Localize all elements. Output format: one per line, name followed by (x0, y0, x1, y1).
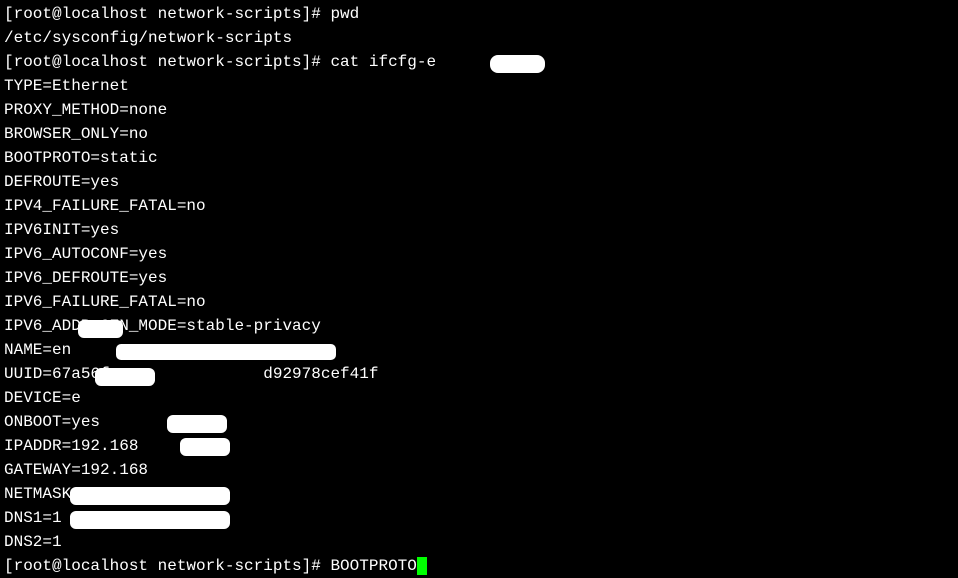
terminal-line-prompt: [root@localhost network-scripts]# pwd (4, 2, 954, 26)
terminal-output: GATEWAY=192.168 (4, 458, 954, 482)
terminal-output: IPV6INIT=yes (4, 218, 954, 242)
command-text: pwd (330, 5, 359, 23)
terminal-output: /etc/sysconfig/network-scripts (4, 26, 954, 50)
redaction-mark (167, 415, 227, 433)
terminal-output: PROXY_METHOD=none (4, 98, 954, 122)
redaction-mark (490, 55, 545, 73)
redaction-mark (70, 511, 230, 529)
command-text: BOOTPROTO (330, 557, 416, 575)
terminal-output: BROWSER_ONLY=no (4, 122, 954, 146)
terminal-output: IPV6_FAILURE_FATAL=no (4, 290, 954, 314)
terminal-output: IPV4_FAILURE_FATAL=no (4, 194, 954, 218)
terminal-output: IPV6_ADDR_GEN_MODE=stable-privacy (4, 314, 954, 338)
redaction-mark (70, 487, 230, 505)
terminal-cursor (417, 557, 427, 575)
terminal-line-prompt: [root@localhost network-scripts]# cat if… (4, 50, 954, 74)
redaction-mark (78, 320, 123, 338)
terminal-output: DEFROUTE=yes (4, 170, 954, 194)
prompt-text: [root@localhost network-scripts]# (4, 557, 330, 575)
redaction-mark (180, 438, 230, 456)
terminal-output: IPV6_AUTOCONF=yes (4, 242, 954, 266)
prompt-text: [root@localhost network-scripts]# (4, 5, 330, 23)
terminal-output: ONBOOT=yes (4, 410, 954, 434)
terminal-output: IPV6_DEFROUTE=yes (4, 266, 954, 290)
terminal-output: IPADDR=192.168 (4, 434, 954, 458)
command-text: cat ifcfg-e (330, 53, 436, 71)
terminal-output: DNS2=1 (4, 530, 954, 554)
prompt-text: [root@localhost network-scripts]# (4, 53, 330, 71)
redaction-mark (116, 344, 336, 360)
redaction-mark (95, 368, 155, 386)
terminal-output: TYPE=Ethernet (4, 74, 954, 98)
terminal-line-prompt: [root@localhost network-scripts]# BOOTPR… (4, 554, 954, 578)
terminal-output: DEVICE=e (4, 386, 954, 410)
terminal-output: BOOTPROTO=static (4, 146, 954, 170)
